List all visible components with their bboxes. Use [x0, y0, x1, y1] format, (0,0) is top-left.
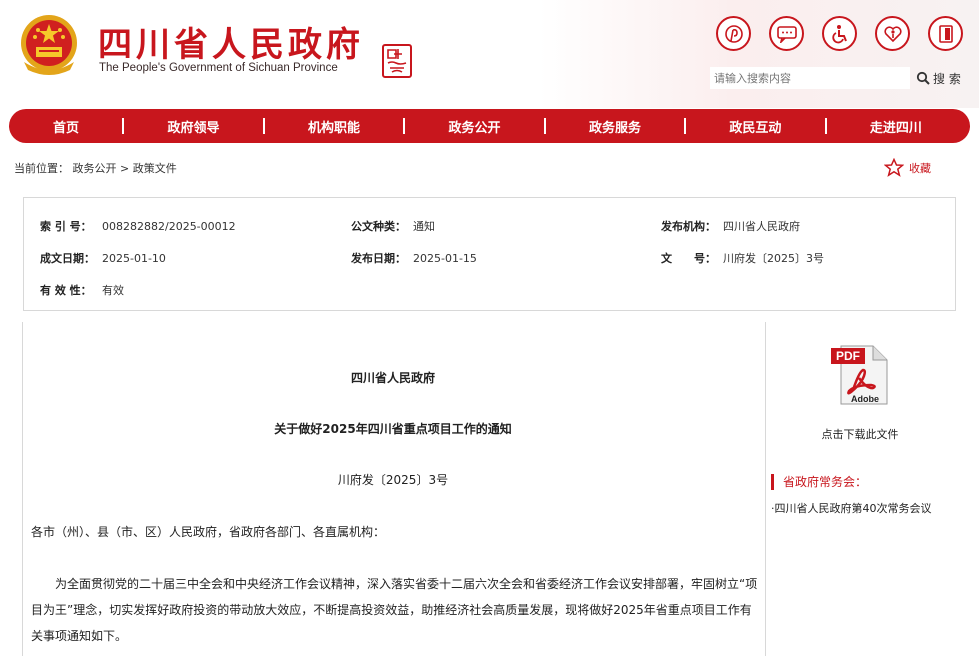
meta-published: 发布日期： 2025-01-15	[351, 250, 477, 266]
favorite-label: 收藏	[909, 161, 931, 175]
meta-type-label: 公文种类：	[351, 220, 406, 233]
document-metadata: 索 引 号： 008282882/2025-00012 公文种类： 通知 发布机构：…	[23, 197, 956, 311]
nav-item-home[interactable]: 首页	[53, 117, 79, 136]
search-icon	[916, 71, 930, 85]
meta-index-label: 索 引 号：	[40, 220, 92, 233]
main-nav: 首页 政府领导 机构职能 政务公开 政务服务 政民互动 走进四川	[9, 109, 970, 143]
nav-divider	[122, 118, 125, 134]
accessibility-icon[interactable]	[822, 16, 857, 51]
document-issuer: 四川省人民政府	[350, 371, 435, 385]
download-link[interactable]: 点击下载此文件	[767, 426, 953, 442]
meta-docno-value: 川府发〔2025〕3号	[723, 252, 824, 265]
toolbar-icons	[716, 16, 963, 51]
meta-docno-label: 文 号：	[661, 252, 716, 265]
nav-divider	[262, 118, 265, 134]
document-number: 川府发〔2025〕3号	[337, 473, 449, 487]
breadcrumb-separator: >	[120, 162, 130, 175]
breadcrumb: 当前位置： 政务公开 > 政策文件	[14, 160, 177, 176]
nav-item-services[interactable]: 政务服务	[589, 117, 641, 136]
pdf-brand-label: Adobe	[851, 394, 879, 404]
seal-glyph-icon	[387, 49, 407, 73]
meta-published-label: 发布日期：	[351, 252, 406, 265]
pdf-file-icon: PDF Adobe	[831, 345, 888, 405]
nav-item-functions[interactable]: 机构职能	[308, 117, 360, 136]
nav-divider	[824, 118, 827, 134]
nav-divider	[684, 118, 687, 134]
care-mode-icon[interactable]	[875, 16, 910, 51]
search-button-label: 搜 索	[933, 71, 961, 86]
exit-icon[interactable]	[928, 16, 963, 51]
search-button[interactable]: 搜 索	[916, 70, 961, 87]
meta-issuer: 发布机构： 四川省人民政府	[661, 218, 800, 234]
meta-type: 公文种类： 通知	[351, 218, 435, 234]
favorite-button[interactable]: 收藏	[884, 158, 931, 177]
sidebar-link-meeting[interactable]: ·四川省人民政府第40次常务会议	[771, 500, 932, 516]
meta-index: 索 引 号： 008282882/2025-00012	[40, 218, 236, 234]
nav-item-leaders[interactable]: 政府领导	[167, 117, 219, 136]
meta-docno: 文 号： 川府发〔2025〕3号	[661, 250, 824, 266]
meta-issuer-value: 四川省人民政府	[723, 220, 800, 233]
document-title: 关于做好2025年四川省重点项目工作的通知	[274, 422, 512, 436]
meta-validity-label: 有 效 性：	[40, 284, 92, 297]
site-header: 四川省人民政府 The People's Government of Sichu…	[0, 0, 979, 108]
pinterest-icon[interactable]	[716, 16, 751, 51]
pdf-download-button[interactable]: PDF Adobe	[831, 342, 893, 408]
site-subtitle: The People's Government of Sichuan Provi…	[99, 62, 338, 74]
nav-divider	[403, 118, 406, 134]
breadcrumb-item-policy[interactable]: 政策文件	[133, 162, 177, 175]
seal-logo	[382, 44, 412, 78]
nav-item-about-sichuan[interactable]: 走进四川	[870, 117, 922, 136]
nav-item-open-gov[interactable]: 政务公开	[448, 117, 500, 136]
document-addressee: 各市（州）、县（市、区）人民政府，省政府各部门、各直属机构：	[31, 525, 386, 539]
meta-published-value: 2025-01-15	[413, 252, 477, 265]
meta-created-value: 2025-01-10	[102, 252, 166, 265]
nav-divider	[543, 118, 546, 134]
meta-issuer-label: 发布机构：	[661, 220, 716, 233]
breadcrumb-item-open-gov[interactable]: 政务公开	[73, 162, 117, 175]
star-icon	[884, 158, 904, 177]
nav-item-interaction[interactable]: 政民互动	[729, 117, 781, 136]
meta-created: 成文日期： 2025-01-10	[40, 250, 166, 266]
meta-validity: 有 效 性： 有效	[40, 282, 124, 298]
sidebar-section-title: 省政府常务会：	[771, 474, 867, 490]
search-bar: 搜 索	[710, 67, 968, 89]
pdf-badge-label: PDF	[836, 349, 860, 363]
meta-index-value: 008282882/2025-00012	[102, 220, 236, 233]
meta-validity-value: 有效	[102, 284, 124, 297]
document-paragraph: 为全面贯彻党的二十届三中全会和中央经济工作会议精神，深入落实省委十二届六次全会和…	[31, 577, 758, 643]
message-icon[interactable]	[769, 16, 804, 51]
search-input[interactable]	[710, 67, 910, 89]
meta-type-value: 通知	[413, 220, 435, 233]
meta-created-label: 成文日期：	[40, 252, 95, 265]
document-content: 四川省人民政府 关于做好2025年四川省重点项目工作的通知 川府发〔2025〕3…	[22, 322, 766, 656]
national-emblem-icon	[21, 15, 77, 75]
breadcrumb-prefix: 当前位置：	[14, 162, 69, 175]
sidebar: PDF Adobe 点击下载此文件 省政府常务会： ·四川省人民政府第40次常务…	[767, 322, 957, 656]
site-title: 四川省人民政府	[98, 25, 364, 65]
